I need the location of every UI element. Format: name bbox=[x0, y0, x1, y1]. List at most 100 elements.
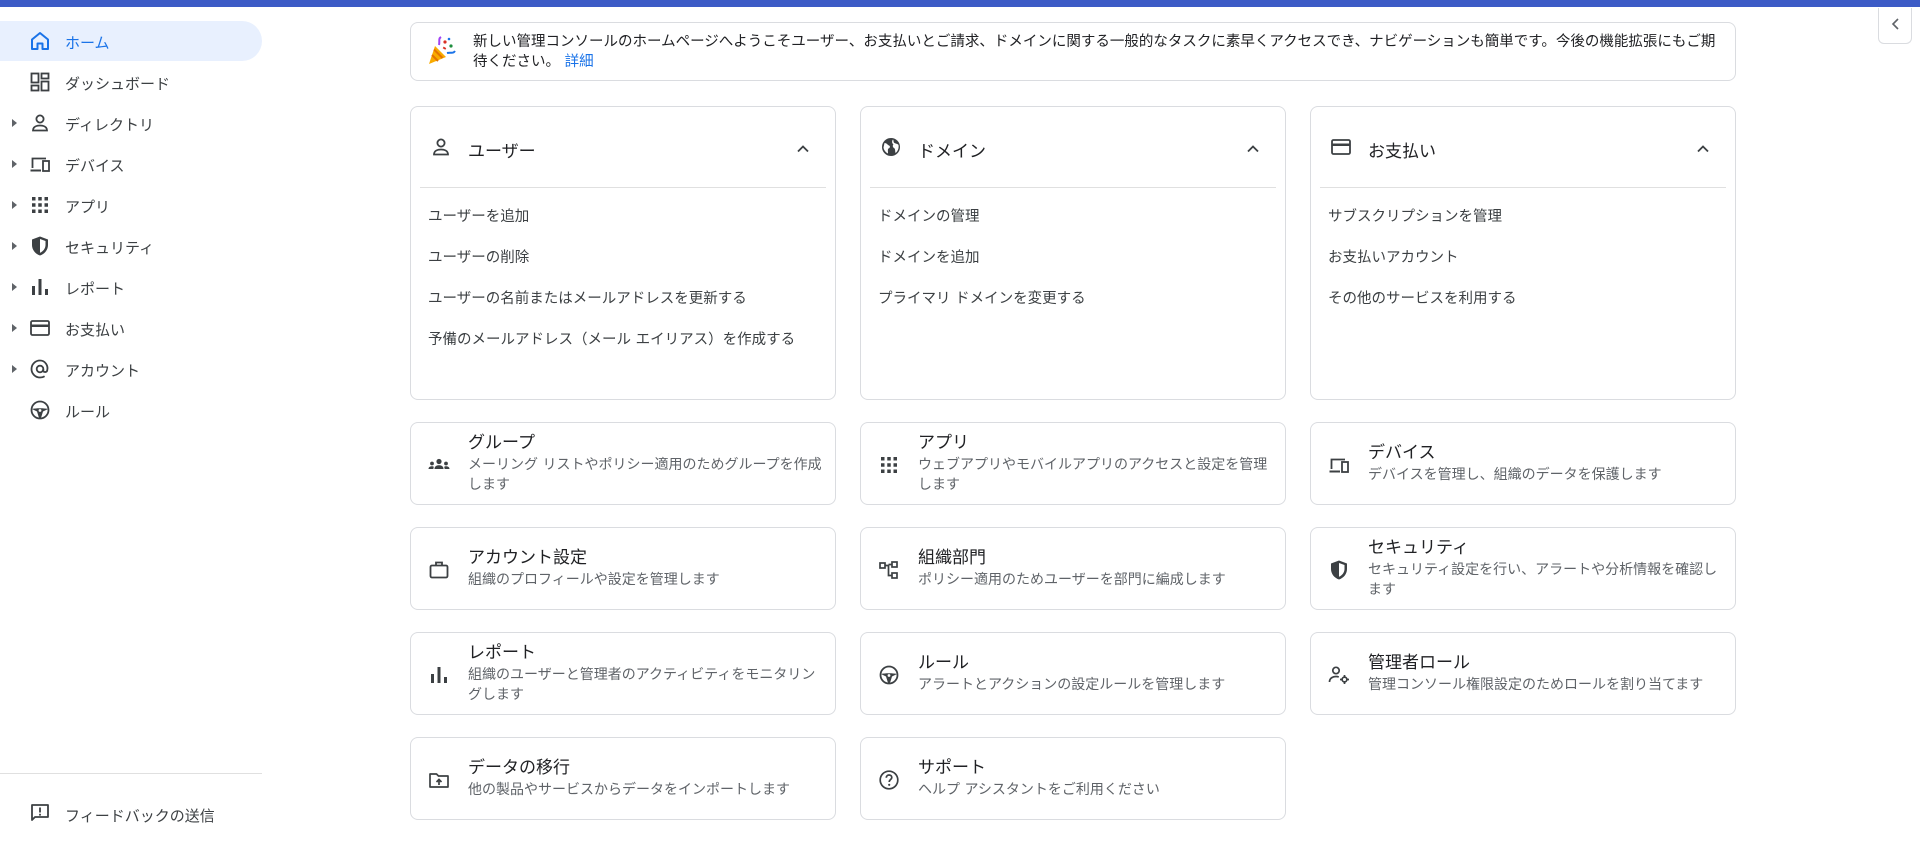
tile-text: アカウント設定 組織のプロフィールや設定を管理します bbox=[468, 528, 828, 609]
billing-accounts-link[interactable]: お支払いアカウント bbox=[1328, 246, 1459, 267]
credit-card-icon bbox=[30, 320, 50, 336]
collapse-panel-button[interactable] bbox=[1878, 8, 1912, 44]
data-migration-icon bbox=[429, 773, 449, 788]
sidebar-item-label: お支払い bbox=[65, 321, 126, 339]
chevron-left-icon bbox=[1891, 18, 1899, 30]
expand-arrow-icon[interactable] bbox=[12, 365, 17, 373]
expand-arrow-icon[interactable] bbox=[12, 324, 17, 332]
card-divider bbox=[420, 187, 826, 188]
steering-wheel-icon bbox=[879, 665, 899, 685]
sidebar-item-label: アプリ bbox=[65, 198, 111, 216]
welcome-banner: 新しい管理コンソールのホームページへようこそユーザー、お支払いとご請求、ドメイン… bbox=[410, 22, 1736, 81]
manage-subscriptions-link[interactable]: サブスクリプションを管理 bbox=[1328, 205, 1502, 226]
groups-tile[interactable]: グループ メーリング リストやポリシー適用のためグループを作成します bbox=[410, 422, 836, 505]
expand-arrow-icon[interactable] bbox=[12, 283, 17, 291]
expand-arrow-icon[interactable] bbox=[12, 242, 17, 250]
feedback-label: フィードバックの送信 bbox=[65, 807, 215, 825]
admin-roles-tile[interactable]: 管理者ロール 管理コンソール権限設定のためロールを割り当てます bbox=[1310, 632, 1736, 715]
banner-message: 新しい管理コンソールのホームページへようこそユーザー、お支払いとご請求、ドメイン… bbox=[473, 34, 1716, 70]
sidebar-item-label: レポート bbox=[65, 280, 126, 298]
at-sign-icon bbox=[30, 359, 49, 379]
delete-user-link[interactable]: ユーザーの削除 bbox=[428, 246, 529, 267]
billing-card: お支払い サブスクリプションを管理 お支払いアカウント その他のサービスを利用す… bbox=[1310, 106, 1736, 400]
chevron-up-icon[interactable] bbox=[791, 137, 815, 161]
sidebar-item-billing[interactable]: お支払い bbox=[0, 308, 262, 348]
groups-icon bbox=[428, 458, 450, 469]
expand-arrow-icon[interactable] bbox=[12, 160, 17, 168]
sidebar-item-account[interactable]: アカウント bbox=[0, 349, 262, 389]
sidebar-item-label: ディレクトリ bbox=[65, 116, 154, 134]
change-primary-domain-link[interactable]: プライマリ ドメインを変更する bbox=[878, 287, 1086, 308]
card-header: ユーザー bbox=[411, 107, 835, 187]
apps-tile[interactable]: アプリ ウェブアプリやモバイルアプリのアクセスと設定を管理します bbox=[860, 422, 1286, 505]
banner-text-block: 新しい管理コンソールのホームページへようこそユーザー、お支払いとご請求、ドメイン… bbox=[473, 32, 1723, 72]
org-tree-icon bbox=[879, 561, 898, 579]
chevron-up-icon[interactable] bbox=[1691, 137, 1715, 161]
tile-description: セキュリティ設定を行い、アラートや分析情報を確認します bbox=[1368, 562, 1718, 598]
tile-description: 組織のプロフィールや設定を管理します bbox=[468, 572, 720, 588]
tile-title: 組織部門 bbox=[918, 548, 986, 568]
tile-title: デバイス bbox=[1368, 443, 1436, 463]
reports-tile[interactable]: レポート 組織のユーザーと管理者のアクティビティをモニタリングします bbox=[410, 632, 836, 715]
bar-chart-icon bbox=[32, 279, 48, 295]
org-units-tile[interactable]: 組織部門 ポリシー適用のためユーザーを部門に編成します bbox=[860, 527, 1286, 610]
person-icon bbox=[433, 138, 449, 156]
party-popper-icon bbox=[429, 36, 456, 64]
card-divider bbox=[1320, 187, 1726, 188]
users-card: ユーザー ユーザーを追加 ユーザーの削除 ユーザーの名前またはメールアドレスを更… bbox=[410, 106, 836, 400]
tile-text: アプリ ウェブアプリやモバイルアプリのアクセスと設定を管理します bbox=[918, 423, 1278, 504]
chevron-up-icon[interactable] bbox=[1241, 137, 1265, 161]
manage-domains-link[interactable]: ドメインの管理 bbox=[878, 205, 980, 226]
other-services-link[interactable]: その他のサービスを利用する bbox=[1328, 287, 1517, 308]
tile-text: ルール アラートとアクションの設定ルールを管理します bbox=[918, 633, 1278, 714]
learn-more-link[interactable]: 詳細 bbox=[565, 54, 594, 70]
tile-title: レポート bbox=[468, 643, 536, 663]
tile-description: ウェブアプリやモバイルアプリのアクセスと設定を管理します bbox=[918, 457, 1268, 493]
tile-title: データの移行 bbox=[468, 758, 570, 778]
expand-arrow-icon[interactable] bbox=[12, 119, 17, 127]
rules-tile[interactable]: ルール アラートとアクションの設定ルールを管理します bbox=[860, 632, 1286, 715]
add-user-link[interactable]: ユーザーを追加 bbox=[428, 205, 529, 226]
sidebar-item-apps[interactable]: アプリ bbox=[0, 185, 262, 225]
data-migration-tile[interactable]: データの移行 他の製品やサービスからデータをインポートします bbox=[410, 737, 836, 820]
devices-icon bbox=[30, 157, 50, 172]
add-domain-link[interactable]: ドメインを追加 bbox=[878, 246, 980, 267]
devices-tile[interactable]: デバイス デバイスを管理し、組織のデータを保護します bbox=[1310, 422, 1736, 505]
support-tile[interactable]: サポート ヘルプ アシスタントをご利用ください bbox=[860, 737, 1286, 820]
tile-title: ルール bbox=[918, 653, 969, 673]
sidebar-item-security[interactable]: セキュリティ bbox=[0, 226, 262, 266]
sidebar-item-directory[interactable]: ディレクトリ bbox=[0, 103, 262, 143]
tile-title: アカウント設定 bbox=[468, 548, 587, 568]
sidebar-item-rules[interactable]: ルール bbox=[0, 390, 262, 430]
tile-text: サポート ヘルプ アシスタントをご利用ください bbox=[918, 738, 1278, 819]
card-divider bbox=[870, 187, 1276, 188]
sidebar-item-home[interactable]: ホーム bbox=[0, 21, 262, 61]
expand-arrow-icon[interactable] bbox=[12, 201, 17, 209]
card-title: ユーザー bbox=[468, 142, 536, 162]
card-header: お支払い bbox=[1311, 107, 1735, 187]
card-header: ドメイン bbox=[861, 107, 1285, 187]
tile-description: ヘルプ アシスタントをご利用ください bbox=[918, 782, 1160, 798]
send-feedback-button[interactable]: フィードバックの送信 bbox=[0, 793, 262, 833]
tile-text: 管理者ロール 管理コンソール権限設定のためロールを割り当てます bbox=[1368, 633, 1728, 714]
sidebar-item-reports[interactable]: レポート bbox=[0, 267, 262, 307]
sidebar-item-dashboard[interactable]: ダッシュボード bbox=[0, 62, 262, 102]
sidebar-item-label: ホーム bbox=[65, 34, 110, 52]
account-settings-tile[interactable]: アカウント設定 組織のプロフィールや設定を管理します bbox=[410, 527, 836, 610]
tile-description: 管理コンソール権限設定のためロールを割り当てます bbox=[1368, 677, 1704, 693]
tile-description: デバイスを管理し、組織のデータを保護します bbox=[1368, 467, 1662, 483]
dashboard-icon bbox=[30, 72, 50, 92]
create-alias-link[interactable]: 予備のメールアドレス（メール エイリアス）を作成する bbox=[428, 328, 795, 349]
tile-text: セキュリティ セキュリティ設定を行い、アラートや分析情報を確認します bbox=[1368, 528, 1728, 609]
tile-text: レポート 組織のユーザーと管理者のアクティビティをモニタリングします bbox=[468, 633, 828, 714]
sidebar: ホーム ダッシュボード ディレクトリ デバイス アプリ セキュリティ レポート … bbox=[0, 7, 262, 850]
devices-icon bbox=[1329, 458, 1349, 473]
sidebar-item-devices[interactable]: デバイス bbox=[0, 144, 262, 184]
admin-roles-icon bbox=[1328, 666, 1349, 684]
rename-user-link[interactable]: ユーザーの名前またはメールアドレスを更新する bbox=[428, 287, 747, 308]
domains-card: ドメイン ドメインの管理 ドメインを追加 プライマリ ドメインを変更する bbox=[860, 106, 1286, 400]
security-tile[interactable]: セキュリティ セキュリティ設定を行い、アラートや分析情報を確認します bbox=[1310, 527, 1736, 610]
feedback-icon bbox=[31, 804, 49, 821]
tile-description: アラートとアクションの設定ルールを管理します bbox=[918, 677, 1226, 693]
credit-card-icon bbox=[1331, 139, 1351, 155]
